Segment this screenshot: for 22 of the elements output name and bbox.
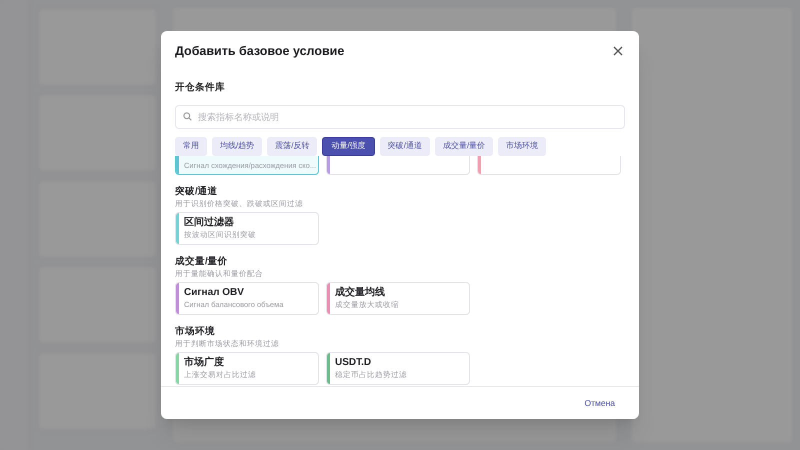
category-tab[interactable]: 常用 — [175, 136, 207, 156]
search-field[interactable]: 搜索指标名称或说明 — [175, 104, 625, 129]
category-tab[interactable]: 震荡/反转 — [267, 136, 318, 156]
section-title: 市场环境 — [175, 326, 216, 338]
library-title: 开仓条件库 — [175, 82, 225, 93]
condition-card[interactable] — [326, 156, 470, 175]
category-tab[interactable]: 市场环境 — [498, 136, 546, 156]
cancel-button[interactable]: Отмена — [584, 396, 615, 410]
section-title: 突破/通道 — [175, 186, 219, 198]
category-tab[interactable]: 动量/强度 — [322, 136, 375, 156]
condition-card[interactable] — [477, 156, 621, 175]
dialog-title: Добавить базовое условие — [175, 43, 344, 60]
section-title: 成交量/量价 — [175, 256, 229, 268]
card-title: 区间过滤器 — [184, 216, 235, 230]
card-title: USDT.D — [335, 356, 372, 370]
category-tab[interactable]: 突破/通道 — [380, 136, 430, 156]
category-tab[interactable]: 成交量/量价 — [434, 136, 494, 156]
search-icon — [183, 112, 192, 122]
card-title: Сигнал OBV — [184, 286, 245, 300]
category-tab[interactable]: 均线/趋势 — [212, 136, 262, 156]
card-title: 成交量均线 — [335, 286, 386, 300]
card-title: 市场广度 — [184, 356, 225, 370]
